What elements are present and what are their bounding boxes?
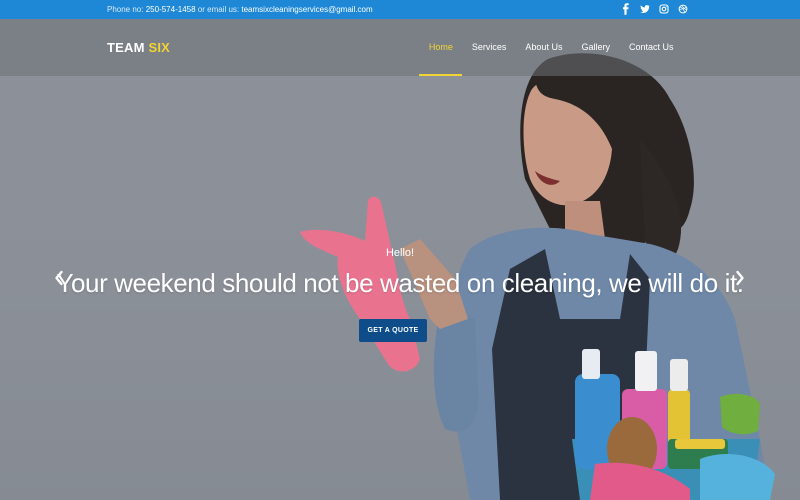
dribbble-icon[interactable] xyxy=(678,3,688,15)
hero-slider xyxy=(0,19,800,500)
hero-background-image xyxy=(300,53,775,500)
main-navbar: TEAM SIX Home Services About Us Gallery … xyxy=(0,19,800,76)
brand-logo[interactable]: TEAM SIX xyxy=(107,40,170,55)
email-link[interactable]: teamsixcleaningservices@gmail.com xyxy=(241,5,372,14)
contact-info: Phone no: 250-574-1458 or email us: team… xyxy=(107,5,373,14)
nav-item-about-us[interactable]: About Us xyxy=(516,19,572,76)
facebook-icon[interactable] xyxy=(621,3,631,15)
social-links xyxy=(621,3,688,15)
hero-greeting: Hello! xyxy=(385,247,415,259)
email-label: or email us: xyxy=(197,5,240,14)
nav-item-home[interactable]: Home xyxy=(419,19,463,76)
brand-name-part1: TEAM xyxy=(107,40,145,55)
instagram-icon[interactable] xyxy=(659,3,669,15)
phone-number-link[interactable]: 250-574-1458 xyxy=(146,5,196,14)
phone-label: Phone no: xyxy=(107,5,144,14)
chevron-left-icon[interactable] xyxy=(52,268,66,288)
twitter-icon[interactable] xyxy=(640,3,650,15)
nav-item-gallery[interactable]: Gallery xyxy=(572,19,620,76)
hero-headline: Your weekend should not be wasted on cle… xyxy=(56,268,744,298)
get-a-quote-button[interactable]: GET A QUOTE xyxy=(359,319,427,342)
top-contact-bar: Phone no: 250-574-1458 or email us: team… xyxy=(0,0,800,19)
nav-item-contact-us[interactable]: Contact Us xyxy=(619,19,683,76)
nav-menu: Home Services About Us Gallery Contact U… xyxy=(419,19,683,76)
brand-name-part2: SIX xyxy=(148,40,171,55)
chevron-right-icon[interactable] xyxy=(733,268,747,288)
nav-item-services[interactable]: Services xyxy=(462,19,516,76)
